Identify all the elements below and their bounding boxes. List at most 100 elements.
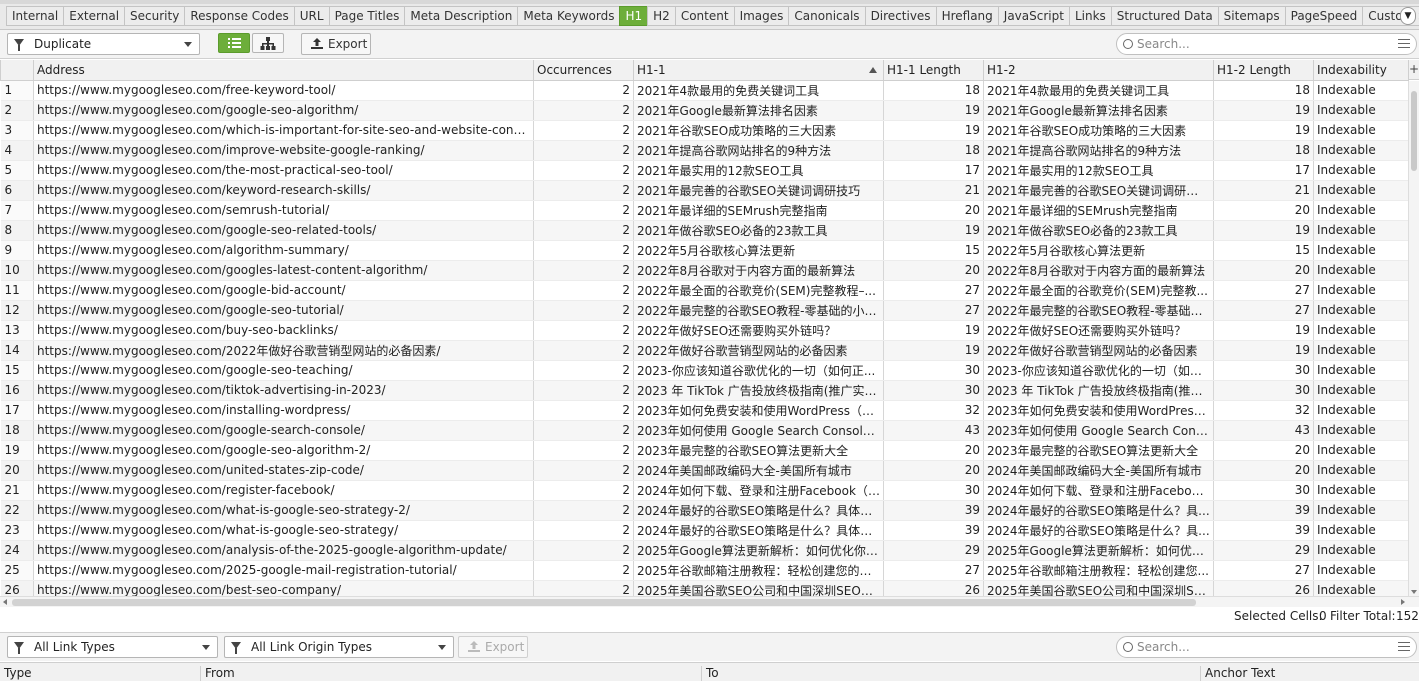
col-occurrences[interactable]: Occurrences xyxy=(533,60,634,81)
table-row[interactable]: 21 https://www.mygoogleseo.com/register-f… xyxy=(0,480,1409,501)
tab-h2[interactable]: H2 xyxy=(647,6,675,26)
h1-2-length-cell[interactable]: 19 xyxy=(1213,340,1314,361)
h1-2-cell[interactable]: 2022年8月谷歌对于内容方面的最新算法 xyxy=(983,260,1214,281)
list-view-button[interactable] xyxy=(218,33,250,53)
indexability-cell[interactable]: Indexable xyxy=(1313,220,1409,241)
row-index[interactable]: 26 xyxy=(0,580,34,596)
row-index[interactable]: 2 xyxy=(0,100,34,121)
h1-2-length-cell[interactable]: 19 xyxy=(1213,100,1314,121)
horizontal-scrollbar[interactable] xyxy=(0,596,1419,607)
h1-2-length-cell[interactable]: 18 xyxy=(1213,140,1314,161)
h1-1-cell[interactable]: 2021年最完善的谷歌SEO关键词调研技巧 xyxy=(633,180,884,201)
h1-2-cell[interactable]: 2025年美国谷歌SEO公司和中国深圳SE... xyxy=(983,580,1214,596)
h1-1-length-cell[interactable]: 27 xyxy=(883,560,984,581)
col-anchor-text[interactable]: Anchor Text xyxy=(1200,666,1275,681)
search-box[interactable] xyxy=(1116,33,1417,55)
h1-1-cell[interactable]: 2022年8月谷歌对于内容方面的最新算法 xyxy=(633,260,884,281)
tree-view-button[interactable] xyxy=(252,33,284,53)
occurrences-cell[interactable]: 2 xyxy=(533,500,634,521)
occurrences-cell[interactable]: 2 xyxy=(533,200,634,221)
export-button[interactable]: Export xyxy=(301,33,371,55)
h1-2-cell[interactable]: 2021年Google最新算法排名因素 xyxy=(983,100,1214,121)
h1-1-length-cell[interactable]: 43 xyxy=(883,420,984,441)
tab-h1[interactable]: H1 xyxy=(619,6,648,26)
table-row[interactable]: 19 https://www.mygoogleseo.com/google-seo… xyxy=(0,440,1409,461)
col-h1-1[interactable]: H1-1 xyxy=(633,60,884,81)
occurrences-cell[interactable]: 2 xyxy=(533,560,634,581)
h1-2-length-cell[interactable]: 29 xyxy=(1213,540,1314,561)
h1-1-cell[interactable]: 2021年最实用的12款SEO工具 xyxy=(633,160,884,181)
h1-1-cell[interactable]: 2022年5月谷歌核心算法更新 xyxy=(633,240,884,261)
h1-2-cell[interactable]: 2023年如何免费安装和使用WordPress... xyxy=(983,400,1214,421)
h1-2-length-cell[interactable]: 27 xyxy=(1213,280,1314,301)
link-origin-types-dropdown[interactable]: All Link Origin Types xyxy=(224,636,454,658)
h1-2-length-cell[interactable]: 20 xyxy=(1213,260,1314,281)
tab-meta-description[interactable]: Meta Description xyxy=(404,6,518,26)
h1-2-length-cell[interactable]: 18 xyxy=(1213,80,1314,101)
table-row[interactable]: 20 https://www.mygoogleseo.com/united-sta… xyxy=(0,460,1409,481)
h1-1-cell[interactable]: 2022年做好谷歌营销型网站的必备因素 xyxy=(633,340,884,361)
filter-dropdown[interactable]: Duplicate xyxy=(7,33,200,55)
h1-2-length-cell[interactable]: 27 xyxy=(1213,560,1314,581)
h1-1-length-cell[interactable]: 20 xyxy=(883,440,984,461)
h1-1-cell[interactable]: 2024年最好的谷歌SEO策略是什么？具体应... xyxy=(633,500,884,521)
scroll-down-arrow-icon[interactable] xyxy=(1411,590,1417,594)
h1-1-cell[interactable]: 2023年如何免费安装和使用WordPress（B2... xyxy=(633,400,884,421)
h1-1-cell[interactable]: 2025年美国谷歌SEO公司和中国深圳SEO公... xyxy=(633,580,884,596)
indexability-cell[interactable]: Indexable xyxy=(1313,80,1409,101)
h1-1-cell[interactable]: 2021年Google最新算法排名因素 xyxy=(633,100,884,121)
tab-directives[interactable]: Directives xyxy=(864,6,936,26)
h1-1-length-cell[interactable]: 19 xyxy=(883,320,984,341)
occurrences-cell[interactable]: 2 xyxy=(533,120,634,141)
occurrences-cell[interactable]: 2 xyxy=(533,160,634,181)
table-row[interactable]: 11 https://www.mygoogleseo.com/google-bid… xyxy=(0,280,1409,301)
indexability-cell[interactable]: Indexable xyxy=(1313,560,1409,581)
tab-url[interactable]: URL xyxy=(293,6,329,26)
indexability-cell[interactable]: Indexable xyxy=(1313,340,1409,361)
indexability-cell[interactable]: Indexable xyxy=(1313,460,1409,481)
occurrences-cell[interactable]: 2 xyxy=(533,220,634,241)
table-row[interactable]: 12 https://www.mygoogleseo.com/google-seo… xyxy=(0,300,1409,321)
h1-1-cell[interactable]: 2021年做谷歌SEO必备的23款工具 xyxy=(633,220,884,241)
table-row[interactable]: 15 https://www.mygoogleseo.com/google-seo… xyxy=(0,360,1409,381)
col-h1-2-length[interactable]: H1-2 Length xyxy=(1213,60,1314,81)
occurrences-cell[interactable]: 2 xyxy=(533,420,634,441)
indexability-cell[interactable]: Indexable xyxy=(1313,160,1409,181)
tab-meta-keywords[interactable]: Meta Keywords xyxy=(517,6,620,26)
indexability-cell[interactable]: Indexable xyxy=(1313,240,1409,261)
row-index[interactable]: 21 xyxy=(0,480,34,501)
h1-2-length-cell[interactable]: 43 xyxy=(1213,420,1314,441)
occurrences-cell[interactable]: 2 xyxy=(533,280,634,301)
h1-2-length-cell[interactable]: 30 xyxy=(1213,480,1314,501)
occurrences-cell[interactable]: 2 xyxy=(533,300,634,321)
h1-1-cell[interactable]: 2021年最详细的SEMrush完整指南 xyxy=(633,200,884,221)
h1-2-cell[interactable]: 2021年最完善的谷歌SEO关键词调研技巧 xyxy=(983,180,1214,201)
address-cell[interactable]: https://www.mygoogleseo.com/tiktok-adver… xyxy=(33,380,534,401)
address-cell[interactable]: https://www.mygoogleseo.com/google-searc… xyxy=(33,420,534,441)
table-row[interactable]: 18 https://www.mygoogleseo.com/google-sea… xyxy=(0,420,1409,441)
tab-overflow-chevron-icon[interactable]: ▼ xyxy=(1400,7,1416,25)
h1-2-cell[interactable]: 2022年最完整的谷歌SEO教程-零基础的... xyxy=(983,300,1214,321)
h1-2-length-cell[interactable]: 26 xyxy=(1213,580,1314,596)
address-cell[interactable]: https://www.mygoogleseo.com/google-seo-a… xyxy=(33,440,534,461)
row-index[interactable]: 1 xyxy=(0,80,34,101)
h1-1-length-cell[interactable]: 21 xyxy=(883,180,984,201)
h1-1-length-cell[interactable]: 26 xyxy=(883,580,984,596)
row-index[interactable]: 25 xyxy=(0,560,34,581)
h1-1-length-cell[interactable]: 15 xyxy=(883,240,984,261)
table-row[interactable]: 5 https://www.mygoogleseo.com/the-most-pr… xyxy=(0,160,1409,181)
h1-2-cell[interactable]: 2024年最好的谷歌SEO策略是什么？具... xyxy=(983,520,1214,541)
table-row[interactable]: 4 https://www.mygoogleseo.com/improve-web… xyxy=(0,140,1409,161)
tab-page-titles[interactable]: Page Titles xyxy=(328,6,405,26)
occurrences-cell[interactable]: 2 xyxy=(533,240,634,261)
row-index[interactable]: 8 xyxy=(0,220,34,241)
col-indexability[interactable]: Indexability xyxy=(1313,60,1409,81)
h1-1-length-cell[interactable]: 27 xyxy=(883,280,984,301)
row-index[interactable]: 11 xyxy=(0,280,34,301)
occurrences-cell[interactable]: 2 xyxy=(533,460,634,481)
tab-links[interactable]: Links xyxy=(1068,6,1111,26)
h1-1-cell[interactable]: 2023-你应该知道谷歌优化的一切（如何正... xyxy=(633,360,884,381)
h1-2-length-cell[interactable]: 27 xyxy=(1213,300,1314,321)
h1-2-cell[interactable]: 2021年做谷歌SEO必备的23款工具 xyxy=(983,220,1214,241)
h1-1-cell[interactable]: 2025年Google算法更新解析：如何优化你的... xyxy=(633,540,884,561)
